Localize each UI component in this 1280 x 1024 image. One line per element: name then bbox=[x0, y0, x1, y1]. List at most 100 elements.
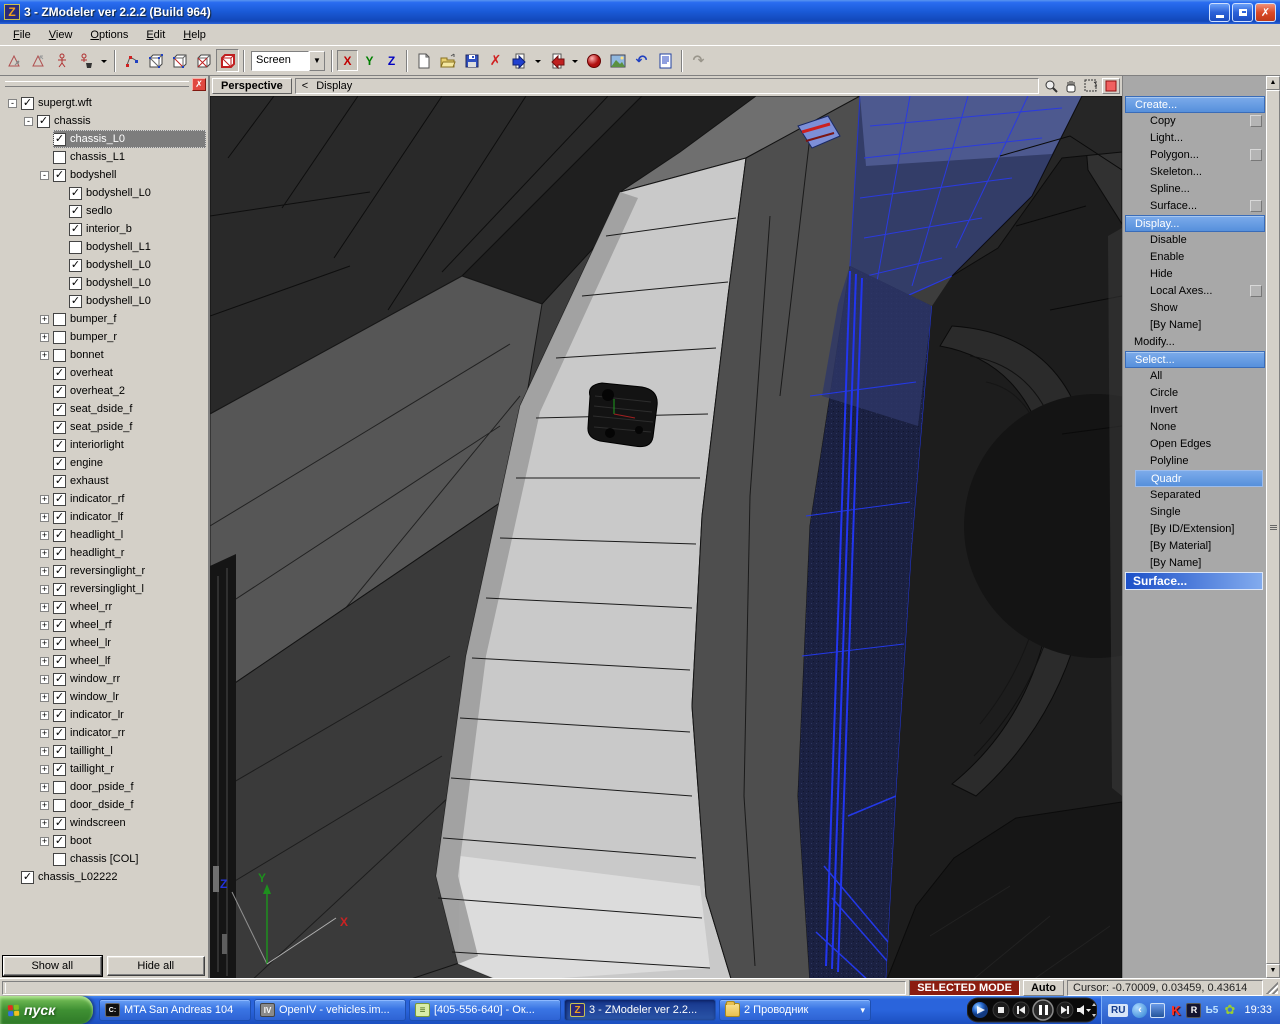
expander-minus-icon[interactable]: - bbox=[40, 171, 49, 180]
panel-header-create[interactable]: Create... bbox=[1125, 96, 1265, 113]
tree-item-bodyshell-l1[interactable]: bodyshell_L1 bbox=[0, 238, 208, 256]
visibility-checkbox[interactable]: ✓ bbox=[53, 601, 66, 614]
skeleton-figure-button[interactable] bbox=[50, 49, 73, 72]
visibility-checkbox[interactable]: ✓ bbox=[69, 205, 82, 218]
tree-item-headlight-l[interactable]: +✓headlight_l bbox=[0, 526, 208, 544]
scroll-down-icon[interactable]: ▼ bbox=[1266, 964, 1280, 978]
tree-item-bodyshell-l0[interactable]: ✓bodyshell_L0 bbox=[0, 292, 208, 310]
command-panel-scrollbar[interactable]: ▲ ▼ bbox=[1266, 76, 1280, 978]
screen-combo[interactable]: Screen ▼ bbox=[251, 51, 325, 71]
visibility-checkbox[interactable]: ✓ bbox=[69, 277, 82, 290]
axis-x-button[interactable]: X bbox=[337, 50, 358, 71]
tree-item-taillight-r[interactable]: +✓taillight_r bbox=[0, 760, 208, 778]
restore-button[interactable] bbox=[1232, 3, 1253, 22]
tree-item-supergt-wft[interactable]: -✓supergt.wft bbox=[0, 94, 208, 112]
panel-item-by-name[interactable]: [By Name] bbox=[1125, 555, 1265, 572]
expander-plus-icon[interactable]: + bbox=[40, 603, 49, 612]
tree-item-window-lr[interactable]: +✓window_lr bbox=[0, 688, 208, 706]
visibility-checkbox[interactable]: ✓ bbox=[53, 565, 66, 578]
expander-plus-icon[interactable]: + bbox=[40, 567, 49, 576]
texture-browser-button[interactable] bbox=[606, 49, 629, 72]
expander-minus-icon[interactable]: - bbox=[24, 117, 33, 126]
visibility-checkbox[interactable] bbox=[53, 331, 66, 344]
tree-item-indicator-lf[interactable]: +✓indicator_lf bbox=[0, 508, 208, 526]
task-button-2[interactable]: 2 Проводник▾ bbox=[719, 999, 871, 1021]
task-button-405-556-640[interactable]: ≡[405-556-640] - Ок... bbox=[409, 999, 561, 1021]
menu-item-file[interactable]: File bbox=[4, 27, 40, 43]
panel-item-invert[interactable]: Invert bbox=[1125, 402, 1265, 419]
kaspersky-icon[interactable]: K bbox=[1168, 1003, 1183, 1018]
expander-plus-icon[interactable]: + bbox=[40, 531, 49, 540]
viewport-breadcrumb[interactable]: < Display bbox=[295, 78, 1039, 94]
expander-plus-icon[interactable]: + bbox=[40, 729, 49, 738]
combo-dropdown-icon[interactable]: ▼ bbox=[309, 51, 325, 71]
panel-item-by-name[interactable]: [By Name] bbox=[1125, 317, 1265, 334]
tree-item-seat-pside-f[interactable]: ✓seat_pside_f bbox=[0, 418, 208, 436]
visibility-checkbox[interactable] bbox=[53, 799, 66, 812]
tree-item-seat-dside-f[interactable]: ✓seat_dside_f bbox=[0, 400, 208, 418]
visibility-checkbox[interactable]: ✓ bbox=[53, 691, 66, 704]
tree-item-engine[interactable]: ✓engine bbox=[0, 454, 208, 472]
tree-item-bumper-f[interactable]: +bumper_f bbox=[0, 310, 208, 328]
menu-item-options[interactable]: Options bbox=[81, 27, 137, 43]
expander-plus-icon[interactable]: + bbox=[40, 585, 49, 594]
panel-item-hide[interactable]: Hide bbox=[1125, 266, 1265, 283]
tree-item-exhaust[interactable]: ✓exhaust bbox=[0, 472, 208, 490]
menu-item-edit[interactable]: Edit bbox=[137, 27, 174, 43]
tree-item-bodyshell-l0[interactable]: ✓bodyshell_L0 bbox=[0, 184, 208, 202]
visibility-checkbox[interactable]: ✓ bbox=[53, 547, 66, 560]
expander-plus-icon[interactable]: + bbox=[40, 315, 49, 324]
edges-mode-button[interactable] bbox=[144, 49, 167, 72]
polygons-mode-button[interactable] bbox=[192, 49, 215, 72]
breadcrumb-back-icon[interactable]: < bbox=[302, 80, 308, 92]
tree-item-bodyshell-l0[interactable]: ✓bodyshell_L0 bbox=[0, 256, 208, 274]
visibility-checkbox[interactable]: ✓ bbox=[53, 637, 66, 650]
panel-item-surface[interactable]: Surface... bbox=[1125, 198, 1265, 215]
hide-arrow-icon[interactable]: ‹ bbox=[1132, 1003, 1147, 1018]
panel-header-display[interactable]: Display... bbox=[1125, 215, 1265, 232]
scroll-up-icon[interactable]: ▲ bbox=[1266, 76, 1280, 90]
panel-header-select[interactable]: Select... bbox=[1125, 351, 1265, 368]
visibility-checkbox[interactable]: ✓ bbox=[69, 259, 82, 272]
tree-item-bonnet[interactable]: +bonnet bbox=[0, 346, 208, 364]
expander-plus-icon[interactable]: + bbox=[40, 801, 49, 810]
panel-item-by-id-extension[interactable]: [By ID/Extension] bbox=[1125, 521, 1265, 538]
scroll-thumb[interactable] bbox=[1266, 90, 1280, 964]
export-dropdown-arrow[interactable] bbox=[569, 49, 581, 72]
visibility-checkbox[interactable]: ✓ bbox=[53, 403, 66, 416]
task-button-openiv-vehicles-im[interactable]: IVOpenIV - vehicles.im... bbox=[254, 999, 406, 1021]
visibility-checkbox[interactable]: ✓ bbox=[53, 619, 66, 632]
skeleton-fill-button[interactable] bbox=[74, 49, 97, 72]
panel-item-none[interactable]: None bbox=[1125, 419, 1265, 436]
tree-item-indicator-rf[interactable]: +✓indicator_rf bbox=[0, 490, 208, 508]
visibility-checkbox[interactable]: ✓ bbox=[53, 745, 66, 758]
visibility-checkbox[interactable]: ✓ bbox=[53, 439, 66, 452]
tree-item-bodyshell[interactable]: -✓bodyshell bbox=[0, 166, 208, 184]
visibility-checkbox[interactable]: ✓ bbox=[53, 133, 66, 146]
visibility-checkbox[interactable] bbox=[53, 349, 66, 362]
panel-item-spline[interactable]: Spline... bbox=[1125, 181, 1265, 198]
export-button[interactable] bbox=[545, 49, 568, 72]
viewport-tab-perspective[interactable]: Perspective bbox=[212, 78, 292, 94]
panel-item-light[interactable]: Light... bbox=[1125, 130, 1265, 147]
visibility-checkbox[interactable]: ✓ bbox=[53, 655, 66, 668]
tree-item-interior-b[interactable]: ✓interior_b bbox=[0, 220, 208, 238]
command-input[interactable] bbox=[2, 981, 906, 995]
expander-plus-icon[interactable]: + bbox=[40, 549, 49, 558]
b5-icon[interactable]: Ь5 bbox=[1204, 1003, 1219, 1018]
panel-footer-surface[interactable]: Surface... bbox=[1125, 572, 1263, 590]
vertices-mode-button[interactable] bbox=[120, 49, 143, 72]
visibility-checkbox[interactable]: ✓ bbox=[53, 493, 66, 506]
expander-plus-icon[interactable]: + bbox=[40, 765, 49, 774]
task-button-mta-san-andreas-104[interactable]: C:MTA San Andreas 104 bbox=[99, 999, 251, 1021]
log-button[interactable] bbox=[654, 49, 677, 72]
panel-item-skeleton[interactable]: Skeleton... bbox=[1125, 164, 1265, 181]
visibility-checkbox[interactable]: ✓ bbox=[21, 97, 34, 110]
axis-z-button[interactable]: Z bbox=[381, 50, 402, 71]
panel-option-checkbox[interactable] bbox=[1250, 115, 1262, 127]
start-button[interactable]: пуск bbox=[0, 996, 93, 1024]
task-button-3-zmodeler-ver-2-2[interactable]: Z3 - ZModeler ver 2.2... bbox=[564, 999, 716, 1021]
tree-item-wheel-lr[interactable]: +✓wheel_lr bbox=[0, 634, 208, 652]
minimize-button[interactable] bbox=[1209, 3, 1230, 22]
screen-combo-value[interactable]: Screen bbox=[251, 51, 309, 71]
